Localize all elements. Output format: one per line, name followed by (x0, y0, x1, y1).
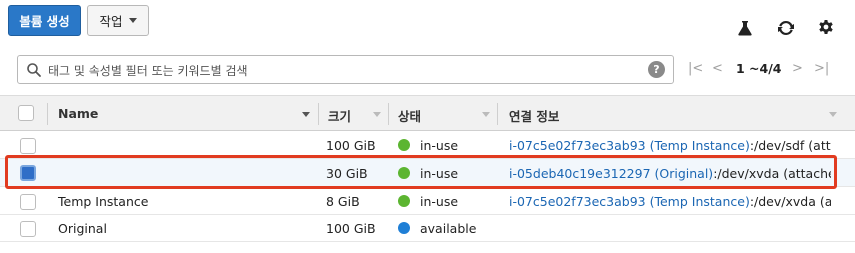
search-placeholder: 태그 및 속성별 필터 또는 키워드별 검색 (48, 64, 248, 78)
table-row[interactable]: Original 100 GiB available (0, 216, 855, 242)
help-icon[interactable]: ? (648, 61, 665, 78)
row-attachment: i-07c5e02f73ec3ab93 (Temp Instance):/dev… (509, 194, 831, 209)
selection-highlight-box (5, 155, 837, 189)
column-divider (318, 103, 319, 125)
row-name: Original (58, 221, 107, 236)
sort-icon[interactable] (829, 112, 837, 117)
create-volume-button[interactable]: 볼륨 생성 (8, 5, 81, 36)
row-status: in-use (420, 194, 459, 209)
instance-link[interactable]: i-07c5e02f73ec3ab93 (Temp Instance) (509, 194, 750, 209)
attachment-device: :/dev/xvda (attac… (749, 194, 831, 209)
actions-label: 작업 (99, 14, 123, 29)
select-all-checkbox[interactable] (18, 105, 34, 121)
column-header-name[interactable]: Name (58, 106, 98, 121)
column-header-attachment[interactable]: 연결 정보 (509, 106, 559, 125)
attachment-device: :/dev/sdf (attac… (749, 138, 831, 153)
status-dot-icon (398, 222, 410, 234)
row-size: 100 GiB (326, 221, 376, 236)
column-header-status[interactable]: 상태 (398, 106, 421, 125)
column-divider (388, 103, 389, 125)
flask-icon[interactable] (735, 18, 755, 38)
search-icon (26, 62, 42, 82)
instance-link[interactable]: i-07c5e02f73ec3ab93 (Temp Instance) (509, 138, 750, 153)
status-dot-icon (398, 195, 410, 207)
refresh-icon[interactable] (776, 18, 796, 38)
pagination-text: 1 ~4/4 (736, 61, 782, 76)
gear-icon[interactable] (816, 18, 836, 38)
column-divider (47, 103, 48, 125)
search-input[interactable]: 태그 및 속성별 필터 또는 키워드별 검색 ? (17, 55, 674, 84)
row-size: 8 GiB (326, 194, 360, 209)
table-row[interactable]: Temp Instance 8 GiB in-use i-07c5e02f73e… (0, 189, 855, 215)
next-page-icon[interactable]: > (792, 61, 803, 76)
row-checkbox[interactable] (20, 138, 36, 154)
column-divider (497, 103, 498, 125)
row-checkbox[interactable] (20, 221, 36, 237)
row-status: in-use (420, 138, 459, 153)
sort-icon[interactable] (373, 112, 381, 117)
row-status: available (420, 221, 477, 236)
chevron-down-icon (128, 18, 137, 23)
row-attachment: i-07c5e02f73ec3ab93 (Temp Instance):/dev… (509, 138, 831, 153)
last-page-icon[interactable]: >| (814, 61, 829, 76)
column-header-size[interactable]: 크기 (328, 106, 351, 125)
first-page-icon[interactable]: |< (688, 61, 703, 76)
prev-page-icon[interactable]: < (712, 61, 723, 76)
row-name: Temp Instance (58, 194, 149, 209)
actions-dropdown-button[interactable]: 작업 (87, 5, 149, 36)
row-checkbox[interactable] (20, 194, 36, 210)
status-dot-icon (398, 139, 410, 151)
sort-icon[interactable] (482, 112, 490, 117)
sort-desc-icon[interactable] (302, 112, 310, 117)
row-size: 100 GiB (326, 138, 376, 153)
table-header: Name 크기 상태 연결 정보 (0, 95, 855, 131)
